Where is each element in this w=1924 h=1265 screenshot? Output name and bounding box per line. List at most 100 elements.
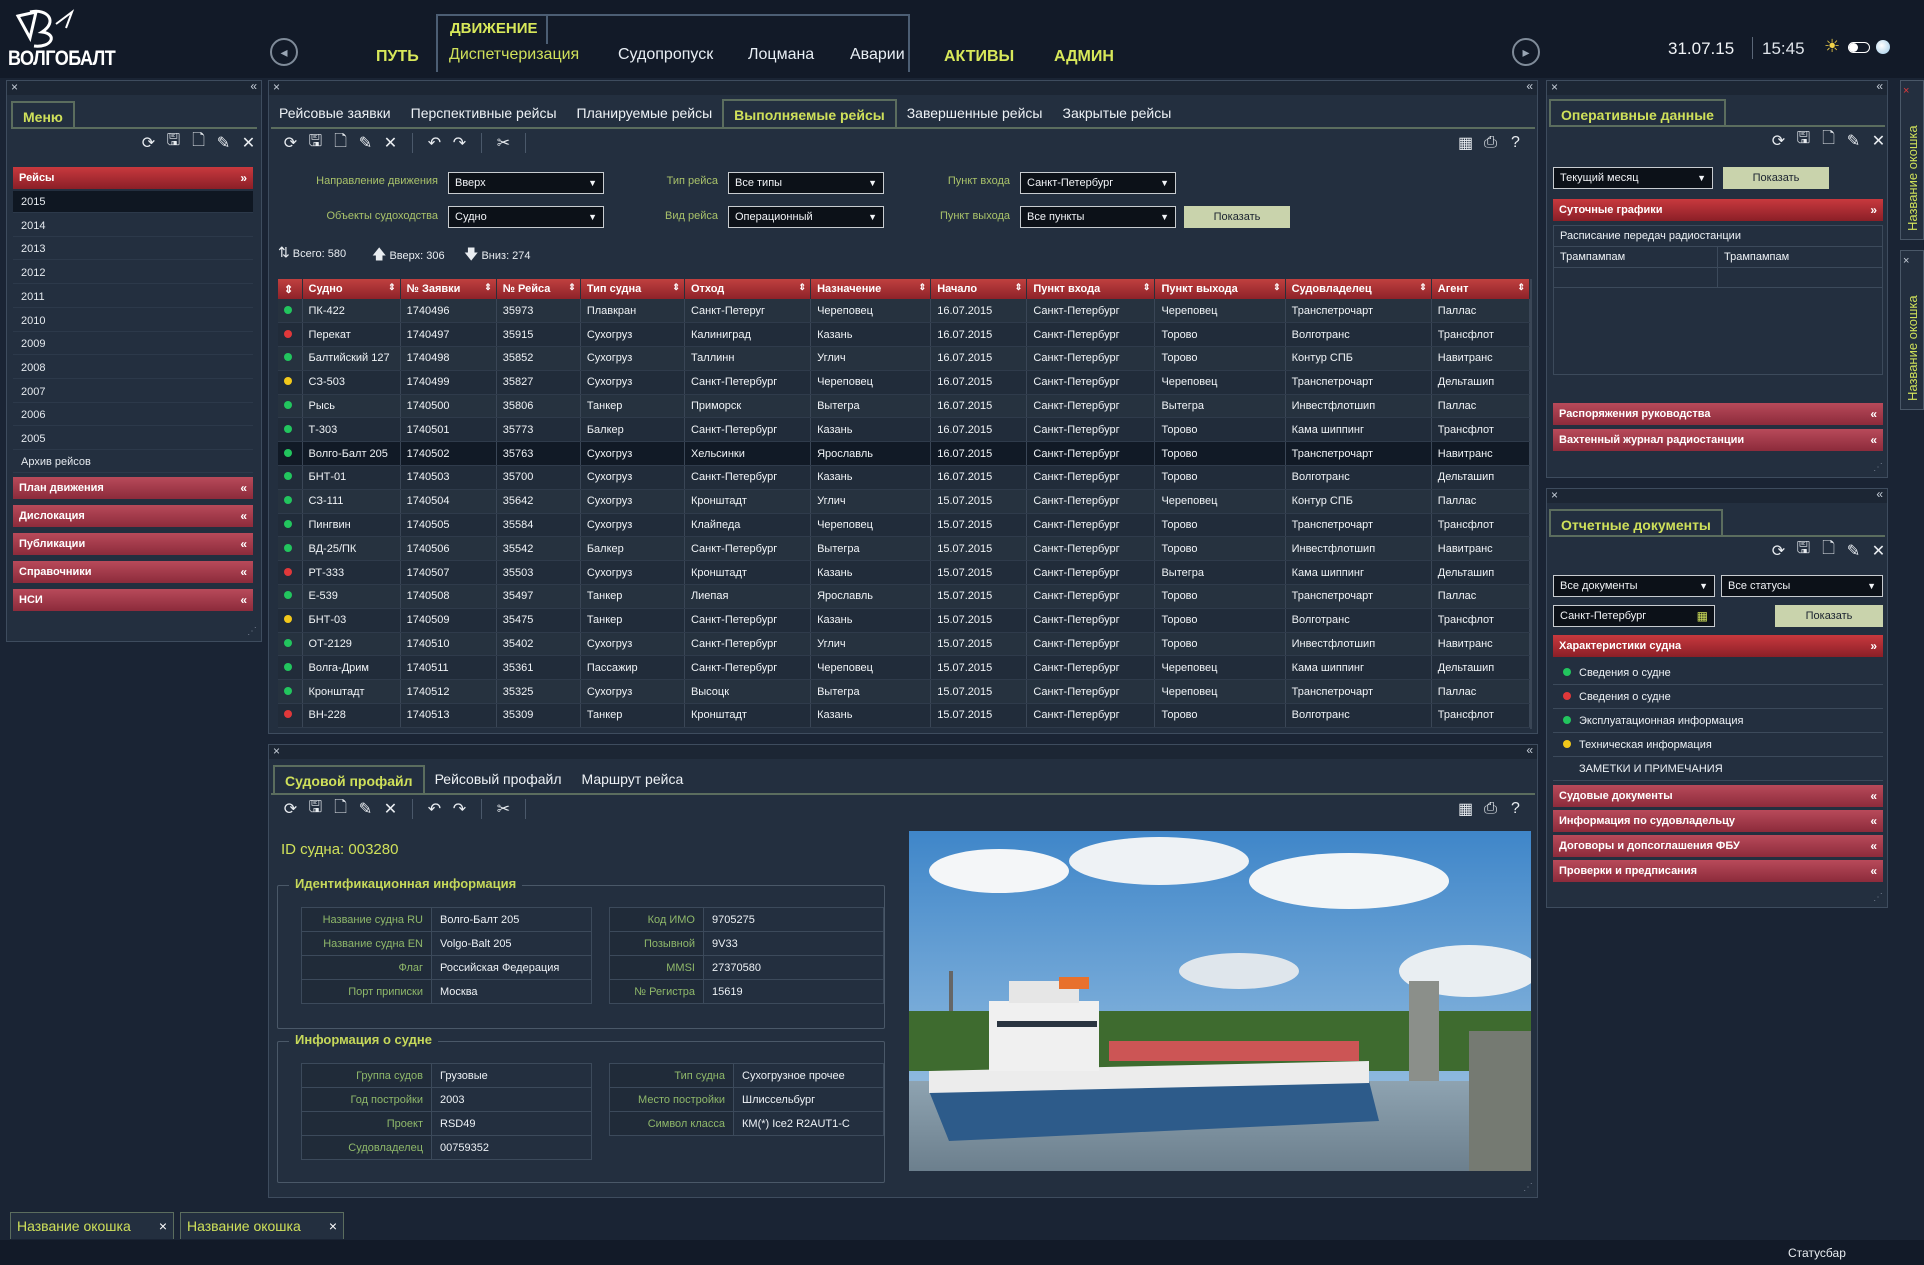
table-row[interactable]: Кронштадт 1740512 35325 Сухогруз Высоцк Вытег… bbox=[278, 679, 1531, 705]
close-icon[interactable]: × bbox=[1551, 80, 1558, 94]
table-row[interactable]: БНТ-01 1740503 35700 Сухогруз Санкт-Петербур… bbox=[278, 465, 1531, 490]
close-icon[interactable]: × bbox=[1903, 255, 1909, 267]
window-tab-1[interactable]: Название окошка × bbox=[10, 1212, 174, 1239]
collapse-icon[interactable]: « bbox=[1526, 743, 1533, 757]
sort-icon[interactable]: ⇕ bbox=[568, 282, 576, 293]
column-header[interactable]: Пункт выхода ⇕ bbox=[1154, 279, 1286, 299]
table-row[interactable]: ОТ-2129 1740510 35402 Сухогруз Санкт-Петербу… bbox=[278, 632, 1531, 657]
close-icon[interactable]: × bbox=[1551, 488, 1558, 502]
export-excel-icon[interactable]: ▦ bbox=[1456, 133, 1475, 152]
filter-show-button[interactable]: Показать bbox=[1184, 206, 1290, 228]
side-window-2[interactable]: × Название окошка bbox=[1900, 250, 1924, 410]
help-icon[interactable]: ? bbox=[1506, 133, 1525, 152]
column-header[interactable]: Отход ⇕ bbox=[684, 279, 812, 299]
help-icon[interactable]: ? bbox=[1506, 799, 1525, 818]
menu-year-2014[interactable]: 2014 bbox=[13, 215, 253, 237]
journal-header[interactable]: Вахтенный журнал радиостанции « bbox=[1553, 429, 1883, 451]
delete-icon[interactable]: ✕ bbox=[1869, 131, 1888, 150]
edit-icon[interactable]: ✎ bbox=[356, 800, 375, 819]
report-section-3[interactable]: Проверки и предписания « bbox=[1553, 860, 1883, 882]
new-doc-icon[interactable]: 🗋 bbox=[1819, 130, 1838, 150]
undo-icon[interactable]: ↶ bbox=[425, 134, 444, 153]
tools-icon[interactable]: ✂ bbox=[494, 134, 513, 153]
table-row[interactable]: БНТ-03 1740509 35475 Танкер Санкт-Петербург К… bbox=[278, 608, 1531, 633]
nav-forward-icon[interactable]: ▸ bbox=[1512, 38, 1540, 66]
table-row[interactable]: СЗ-111 1740504 35642 Сухогруз Кронштадт Углич… bbox=[278, 489, 1531, 514]
export-excel-icon[interactable]: ▦ bbox=[1456, 799, 1475, 818]
nav-back-icon[interactable]: ◂ bbox=[270, 38, 298, 66]
collapse-icon[interactable]: « bbox=[1526, 79, 1533, 93]
table-row[interactable]: Т-303 1740501 35773 Балкер Санкт-Петербург Ка… bbox=[278, 417, 1531, 443]
window-tab-2[interactable]: Название окошка × bbox=[180, 1212, 344, 1239]
table-row[interactable]: Е-539 1740508 35497 Танкер Лиепая Ярославль 15… bbox=[278, 584, 1531, 609]
calendar-icon[interactable]: ▦ bbox=[1697, 606, 1708, 626]
save-icon[interactable]: 🖫 bbox=[1794, 540, 1813, 560]
entry-select[interactable]: Санкт-Петербург ▼ bbox=[1020, 172, 1176, 194]
period-select[interactable]: Текущий месяц ▼ bbox=[1553, 167, 1713, 189]
tripkind-select[interactable]: Операционный ▼ bbox=[728, 206, 884, 228]
new-doc-icon[interactable]: 🗋 bbox=[331, 799, 350, 819]
report-item[interactable]: Сведения о судне bbox=[1553, 685, 1883, 709]
table-row[interactable]: Перекат 1740497 35915 Сухогруз Калиниград Каз… bbox=[278, 322, 1531, 348]
new-doc-icon[interactable]: 🗋 bbox=[331, 133, 350, 153]
delete-icon[interactable]: ✕ bbox=[239, 133, 258, 152]
refresh-icon[interactable]: ⟳ bbox=[139, 133, 158, 152]
menu-year-2008[interactable]: 2008 bbox=[13, 357, 253, 379]
collapse-icon[interactable]: « bbox=[250, 79, 257, 93]
column-header[interactable]: Судно ⇕ bbox=[302, 279, 401, 299]
place-input[interactable]: Санкт-Петербург ▦ bbox=[1553, 605, 1715, 627]
sort-icon[interactable]: ⇕ bbox=[1273, 282, 1281, 293]
table-row[interactable]: ВД-25/ПК 1740506 35542 Балкер Санкт-Петербур… bbox=[278, 536, 1531, 562]
column-header[interactable]: Агент ⇕ bbox=[1431, 279, 1531, 299]
collapse-icon[interactable]: « bbox=[1876, 79, 1883, 93]
tab-oper[interactable]: Оперативные данные bbox=[1549, 99, 1726, 127]
table-row[interactable]: Волго-Балт 205 1740502 35763 Сухогруз Хельси… bbox=[278, 441, 1531, 467]
report-item[interactable]: Эксплуатационная информация bbox=[1553, 709, 1883, 733]
table-row[interactable]: СЗ-503 1740499 35827 Сухогруз Санкт-Петербур… bbox=[278, 370, 1531, 395]
daily-header[interactable]: Суточные графики» bbox=[1553, 199, 1883, 221]
menu-year-2010[interactable]: 2010 bbox=[13, 310, 253, 332]
resize-grip-icon[interactable]: ⋰ bbox=[247, 626, 257, 637]
resize-grip-icon[interactable]: ⋰ bbox=[1523, 1182, 1533, 1193]
sort-icon[interactable]: ⇕ bbox=[799, 282, 807, 293]
table-row[interactable]: ВН-228 1740513 35309 Танкер Кронштадт Казань 1… bbox=[278, 703, 1531, 728]
nav-accidents[interactable]: Аварии bbox=[850, 46, 905, 64]
tab-detail-1[interactable]: Рейсовый профайл bbox=[425, 765, 572, 793]
sort-icon[interactable]: ⇕ bbox=[919, 282, 927, 293]
close-icon[interactable]: × bbox=[329, 1213, 337, 1239]
menu-section-3[interactable]: Справочники « bbox=[13, 561, 253, 583]
nav-dispatch[interactable]: Диспетчеризация bbox=[449, 46, 579, 64]
menu-year-2015[interactable]: 2015 bbox=[13, 191, 253, 213]
menu-year-2013[interactable]: 2013 bbox=[13, 238, 253, 261]
refresh-icon[interactable]: ⟳ bbox=[1769, 541, 1788, 560]
tab-menu[interactable]: Меню bbox=[11, 101, 75, 129]
resize-grip-icon[interactable]: ⋰ bbox=[1873, 892, 1883, 903]
report-item[interactable]: ЗАМЕТКИ И ПРИМЕЧАНИЯ bbox=[1553, 757, 1883, 781]
column-header[interactable]: № Заявки ⇕ bbox=[400, 279, 497, 299]
menu-section-4[interactable]: НСИ « bbox=[13, 589, 253, 611]
new-doc-icon[interactable]: 🗋 bbox=[1819, 540, 1838, 560]
menu-section-1[interactable]: Дислокация « bbox=[13, 505, 253, 527]
resize-grip-icon[interactable]: ⋰ bbox=[1873, 462, 1883, 473]
delete-icon[interactable]: ✕ bbox=[381, 134, 400, 153]
column-header[interactable]: Пункт входа ⇕ bbox=[1026, 279, 1156, 299]
menu-trips-header[interactable]: Рейсы » bbox=[13, 167, 253, 189]
delete-icon[interactable]: ✕ bbox=[1869, 541, 1888, 560]
menu-year-2009[interactable]: 2009 bbox=[13, 333, 253, 356]
edit-icon[interactable]: ✎ bbox=[356, 134, 375, 153]
refresh-icon[interactable]: ⟳ bbox=[281, 800, 300, 819]
save-icon[interactable]: 🖫 bbox=[1794, 130, 1813, 150]
edit-icon[interactable]: ✎ bbox=[1844, 541, 1863, 560]
table-row[interactable]: ПК-422 1740496 35973 Плавкран Санкт-Петеруг Ч… bbox=[278, 299, 1531, 324]
sort-icon[interactable]: ⇕ bbox=[672, 282, 680, 293]
close-icon[interactable]: × bbox=[159, 1213, 167, 1239]
table-row[interactable]: Пингвин 1740505 35584 Сухогруз Клайпеда Череп… bbox=[278, 513, 1531, 538]
menu-year-2006[interactable]: 2006 bbox=[13, 404, 253, 427]
docs-select[interactable]: Все документы ▼ bbox=[1553, 575, 1715, 597]
orders-header[interactable]: Распоряжения руководства « bbox=[1553, 403, 1883, 425]
edit-icon[interactable]: ✎ bbox=[1844, 131, 1863, 150]
redo-icon[interactable]: ↷ bbox=[450, 800, 469, 819]
tab-trips-1[interactable]: Перспективные рейсы bbox=[401, 99, 567, 127]
menu-year-2011[interactable]: 2011 bbox=[13, 286, 253, 308]
nav-admin[interactable]: АДМИН bbox=[1054, 48, 1114, 66]
